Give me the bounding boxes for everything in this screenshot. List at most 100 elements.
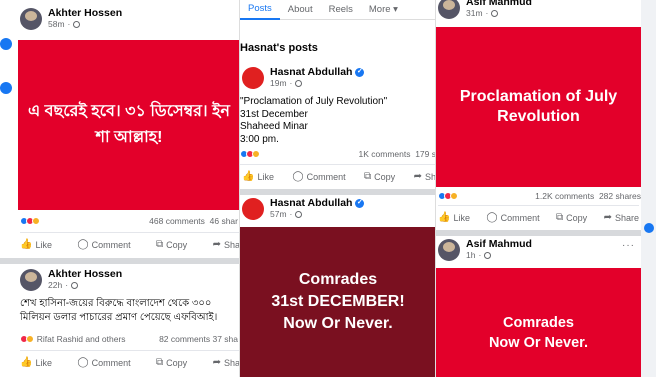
post-header: Asif Mahmud 1h · bbox=[438, 238, 532, 261]
post-actions: 👍 Like ◯ Comment ⧉ Copy ➦ Sha bbox=[20, 350, 239, 374]
author-name[interactable]: Asif Mahmud bbox=[466, 238, 532, 250]
verified-badge-icon: ✓ bbox=[355, 198, 365, 208]
thumbs-up-icon: 👍 bbox=[242, 171, 255, 182]
post-actions: 👍 Like ◯ Comment ⧉ Copy ➦ Sh bbox=[240, 164, 435, 188]
post-stats: 468 comments 46 shar bbox=[20, 216, 238, 226]
post-time[interactable]: 19m bbox=[270, 78, 287, 89]
post-time[interactable]: 58m bbox=[48, 19, 65, 30]
column-akhter-hossen: Akhter Hossen 58m · এ বছরেই হবে। ৩১ ডিসেম… bbox=[0, 0, 240, 377]
post-actions: 👍 Like ◯ Comment ⧉ Copy ➦ Share bbox=[438, 205, 639, 229]
post-stats: 1.2K comments 282 shares bbox=[438, 191, 641, 201]
reactors-text[interactable]: Rifat Rashid and others bbox=[37, 334, 126, 344]
post-stats: 1K comments 179 s bbox=[240, 149, 435, 159]
globe-icon bbox=[295, 211, 303, 218]
avatar[interactable] bbox=[20, 7, 42, 30]
avatar[interactable] bbox=[20, 268, 42, 291]
column-asif-mahmud: Asif Mahmud 31m · Proclamation of July Re… bbox=[436, 0, 641, 377]
reactions-icon[interactable] bbox=[438, 192, 458, 200]
author-name[interactable]: Hasnat Abdullah bbox=[270, 197, 352, 209]
post-text: শেখ হাসিনা-জয়ের বিরুদ্ধে বাংলাদেশ থেকে … bbox=[20, 298, 218, 323]
comment-icon: ◯ bbox=[292, 171, 304, 182]
post-time[interactable]: 57m bbox=[270, 209, 287, 220]
author-name[interactable]: Hasnat Abdullah bbox=[270, 66, 352, 78]
share-button[interactable]: ➦ Sha bbox=[212, 357, 239, 368]
post-header: Asif Mahmud 31m · bbox=[438, 0, 532, 19]
globe-icon bbox=[73, 21, 81, 28]
reactions-icon[interactable] bbox=[20, 335, 34, 343]
comment-icon: ◯ bbox=[486, 212, 498, 223]
post-image-banner[interactable]: Comrades 31st DECEMBER! Now Or Never. bbox=[240, 227, 435, 377]
share-button[interactable]: ➦ Sh bbox=[414, 171, 435, 182]
author-name[interactable]: Akhter Hossen bbox=[48, 268, 122, 280]
post-text: "Proclamation of July Revolution" 31st D… bbox=[240, 96, 388, 145]
avatar[interactable] bbox=[242, 197, 264, 220]
share-button[interactable]: ➦ Sha bbox=[213, 239, 239, 250]
copy-button[interactable]: ⧉ Copy bbox=[556, 212, 587, 223]
reactions-icon[interactable] bbox=[240, 150, 260, 158]
post-header: Hasnat Abdullah ✓ 19m · bbox=[242, 66, 365, 89]
post-header: Akhter Hossen 22h · bbox=[20, 268, 122, 291]
divider bbox=[0, 258, 239, 264]
avatar[interactable] bbox=[242, 66, 264, 89]
like-button[interactable]: 👍 Like bbox=[20, 357, 52, 368]
comment-button[interactable]: ◯ Comment bbox=[292, 171, 345, 182]
author-name[interactable]: Asif Mahmud bbox=[466, 0, 532, 8]
comment-icon: ◯ bbox=[77, 239, 89, 250]
post-header: Akhter Hossen 58m · bbox=[20, 7, 122, 30]
copy-icon: ⧉ bbox=[556, 212, 564, 223]
shares-count[interactable]: 282 shares bbox=[599, 191, 641, 201]
post-actions: 👍 Like ◯ Comment ⧉ Copy ➦ Sha bbox=[20, 232, 239, 256]
comments-count[interactable]: 468 comments bbox=[149, 216, 205, 226]
globe-icon bbox=[295, 80, 303, 87]
share-icon: ➦ bbox=[212, 357, 221, 368]
verified-badge-icon: ✓ bbox=[355, 67, 365, 77]
avatar[interactable] bbox=[438, 0, 460, 19]
comment-button[interactable]: ◯ Comment bbox=[486, 212, 539, 223]
globe-icon bbox=[71, 282, 79, 289]
tab-more[interactable]: More ▾ bbox=[361, 0, 406, 20]
screenshot-collage: Akhter Hossen 58m · এ বছরেই হবে। ৩১ ডিসেম… bbox=[0, 0, 656, 377]
edge-blue-icon bbox=[0, 82, 12, 94]
tab-posts[interactable]: Posts bbox=[240, 0, 280, 20]
post-image-banner[interactable]: Comrades Now Or Never. bbox=[436, 268, 641, 377]
divider bbox=[240, 189, 435, 195]
tab-about[interactable]: About bbox=[280, 0, 321, 20]
divider bbox=[436, 230, 641, 236]
comments-count[interactable]: 1.2K comments bbox=[535, 191, 594, 201]
post-time[interactable]: 31m bbox=[466, 8, 483, 19]
column-hasnat-abdullah: Posts About Reels More ▾ Hasnat's posts … bbox=[240, 0, 436, 377]
post-image-banner[interactable]: Proclamation of July Revolution bbox=[436, 27, 641, 187]
shares-count[interactable]: 46 shar bbox=[210, 216, 238, 226]
author-name[interactable]: Akhter Hossen bbox=[48, 7, 122, 19]
post-time[interactable]: 1h bbox=[466, 250, 475, 261]
comments-count[interactable]: 82 comments bbox=[159, 334, 210, 344]
comments-count[interactable]: 1K comments bbox=[359, 149, 411, 159]
copy-icon: ⧉ bbox=[364, 171, 372, 182]
post-image-banner[interactable]: এ বছরেই হবে। ৩১ ডিসেম্বর। ইন শা আল্লাহ! bbox=[18, 40, 239, 210]
copy-icon: ⧉ bbox=[156, 357, 164, 368]
comment-button[interactable]: ◯ Comment bbox=[77, 239, 130, 250]
edge-blue-icon bbox=[644, 223, 654, 233]
copy-button[interactable]: ⧉ Copy bbox=[156, 239, 187, 250]
post-header: Hasnat Abdullah ✓ 57m · bbox=[242, 197, 365, 220]
tab-reels[interactable]: Reels bbox=[321, 0, 361, 20]
more-options-icon[interactable]: ··· bbox=[622, 240, 635, 251]
like-button[interactable]: 👍 Like bbox=[20, 239, 52, 250]
copy-button[interactable]: ⧉ Copy bbox=[156, 357, 187, 368]
reactions-icon[interactable] bbox=[20, 217, 40, 225]
copy-icon: ⧉ bbox=[156, 239, 164, 250]
comment-button[interactable]: ◯ Comment bbox=[77, 357, 130, 368]
like-button[interactable]: 👍 Like bbox=[438, 212, 470, 223]
post-stats: Rifat Rashid and others 82 comments 37 s… bbox=[20, 334, 238, 344]
shares-count[interactable]: 37 sha bbox=[212, 334, 238, 344]
share-icon: ➦ bbox=[603, 212, 612, 223]
post-time[interactable]: 22h bbox=[48, 280, 62, 291]
thumbs-up-icon: 👍 bbox=[20, 239, 33, 250]
share-button[interactable]: ➦ Share bbox=[604, 212, 639, 223]
copy-button[interactable]: ⧉ Copy bbox=[364, 171, 395, 182]
comment-icon: ◯ bbox=[77, 357, 89, 368]
avatar[interactable] bbox=[438, 238, 460, 261]
like-button[interactable]: 👍 Like bbox=[242, 171, 274, 182]
shares-count[interactable]: 179 s bbox=[415, 149, 435, 159]
thumbs-up-icon: 👍 bbox=[20, 357, 33, 368]
